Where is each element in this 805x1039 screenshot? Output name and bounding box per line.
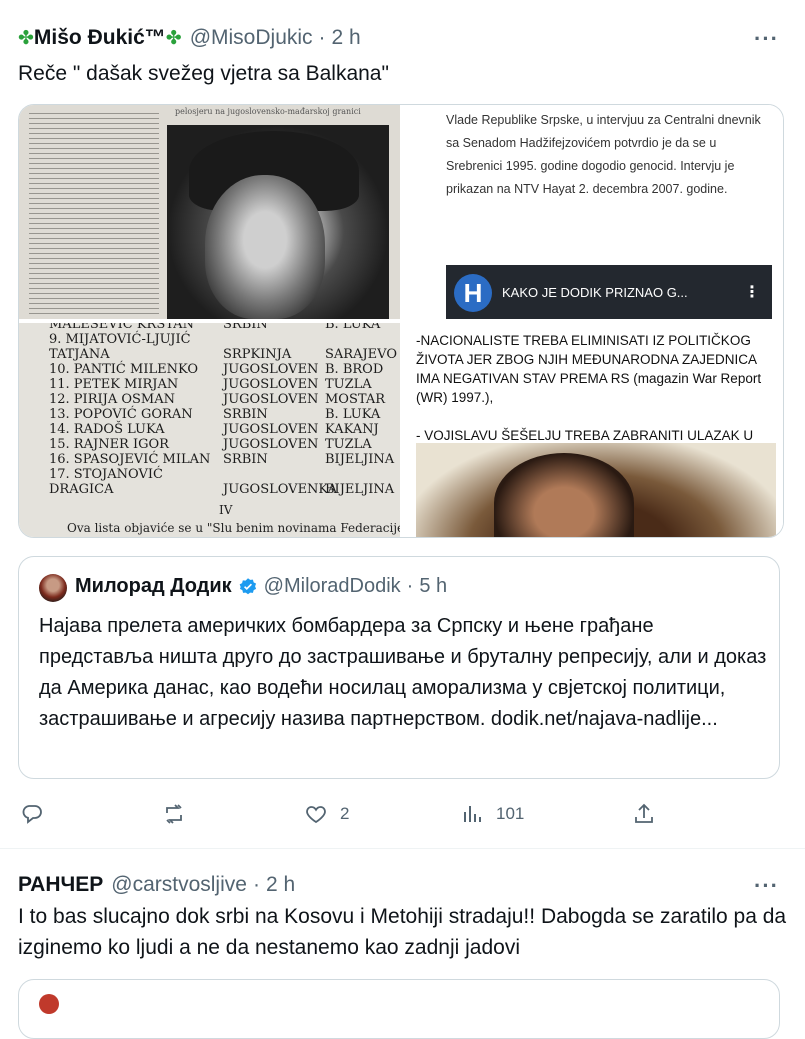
newspaper-column [29,109,159,315]
list-row-city: B. LUKA [325,323,381,332]
media-image-list[interactable]: MALEŠEVIĆ KRSTAN SRBIN B. LUKA 9. MIJATOVIĆ… [19,323,400,537]
list-row-nationality: SRBIN [223,407,268,422]
clover-icon: ✤ [165,27,182,49]
views-icon [464,806,481,822]
video-title: KAKO JE DODIK PRIZNAO G... [502,285,688,300]
media-image-article[interactable]: Vlade Republike Srpske, u intervjuu za C… [404,105,783,319]
list-row-city: B. LUKA [325,407,381,422]
channel-logo: H [454,274,492,312]
media-image-newspaper[interactable]: pelosjeru na jugoslovensko-mađarskoj gra… [19,105,400,319]
list-row-name: TATJANA [49,347,110,362]
list-row-name: 13. POPOVIĆ GORAN [49,407,193,422]
author-handle[interactable]: @carstvosljive [111,873,247,897]
tweet-actions: 2 101 [0,796,805,832]
list-row-name: 17. STOJANOVIĆ [49,467,163,482]
list-row-nationality: JUGOSLOVEN [223,422,319,437]
share-icon [635,803,653,823]
quoted-tweet[interactable] [18,979,780,1039]
list-row-nationality: SRPKINJA [223,347,292,362]
list-row-city: SARAJEVO [325,347,397,362]
list-row-name: 12. PIRIJA OSMAN [49,392,175,407]
repost-icon [166,804,182,824]
separator-dot: · [406,575,414,597]
list-row-nationality: JUGOSLOVENKA [223,482,338,497]
quoted-tweet[interactable]: Милорад Додик @MiloradDodik · 5 h Најава… [18,556,780,779]
more-options-icon[interactable]: ··· [754,26,779,52]
list-row-city: KAKANJ [325,422,379,437]
list-page-number: IV [219,503,233,517]
list-row-nationality: SRBIN [223,323,268,332]
list-row-name: 14. RADOŠ LUKA [49,422,165,437]
video-embed[interactable]: H KAKO JE DODIK PRIZNAO G... ⋮ [446,265,772,319]
separator-dot: · [318,26,326,49]
tweet-header: ✤ Mišo Đukić™ ✤ @MisoDjukic · 2 h [18,24,361,52]
list-row-nationality: JUGOSLOVEN [223,362,319,377]
heart-icon [306,806,326,824]
list-row-city: BIJELJINA [325,482,395,497]
list-row-city: TUZLA [325,377,372,392]
tweet[interactable]: РАНЧЕР @carstvosljive · 2 h ··· I to bas… [0,849,805,1039]
media-image-report[interactable]: -NACIONALISTE TREBA ELIMINISATI IZ POLIT… [404,323,783,537]
clover-icon: ✤ [18,27,34,49]
share-button[interactable] [632,796,656,832]
list-row-name: MALEŠEVIĆ KRSTAN [49,323,194,332]
tweet[interactable]: ✤ Mišo Đukić™ ✤ @MisoDjukic · 2 h ··· Re… [0,0,805,848]
quoted-tweet-header: Милорад Додик @MiloradDodik · 5 h [75,575,447,598]
reply-button[interactable] [20,796,56,832]
list-row-name: 9. MIJATOVIĆ-LJUJIĆ [49,332,191,347]
reply-icon [22,805,42,824]
list-row-city: B. BROD [325,362,384,377]
list-row-city: MOSTAR [325,392,386,407]
tweet-text: I to bas slucajno dok srbi na Kosovu i M… [18,905,787,959]
list-row-nationality: SRBIN [223,452,268,467]
verified-badge-icon [239,577,256,594]
list-row: DRAGICA JUGOSLOVENKA BIJELJINA [19,482,400,500]
portrait-face [205,175,325,319]
avatar[interactable] [39,994,59,1014]
article-text: Vlade Republike Srpske, u intervjuu za C… [446,113,761,196]
list-row-name: 15. RAJNER IGOR [49,437,169,452]
list-row-name: DRAGICA [49,482,114,497]
list-row-nationality: JUGOSLOVEN [223,392,319,407]
tweet-header: РАНЧЕР @carstvosljive · 2 h [18,871,295,899]
views-button[interactable]: 101 [460,796,524,832]
author-name[interactable]: Милорад Додик [75,575,232,598]
list-row-name: 11. PETEK MIRJAN [49,377,179,392]
list-footer: Ova lista objaviće se u "Slu benim novin… [67,521,400,535]
tweet-text: Reče " dašak svežeg vjetra sa Balkana" [18,62,389,85]
separator-dot: · [252,873,260,896]
list-row-nationality: JUGOSLOVEN [223,437,319,452]
author-name[interactable]: Mišo Đukić™ [34,26,166,50]
author-handle[interactable]: @MisoDjukic [190,26,313,50]
clipping-caption: pelosjeru na jugoslovensko-mađarskoj gra… [175,107,361,116]
views-count: 101 [496,804,525,823]
like-count: 2 [340,804,350,823]
repost-button[interactable] [162,796,198,832]
author-handle[interactable]: @MiloradDodik [264,575,401,598]
quoted-tweet-text: Најава прелета америчких бомбардера за С… [39,615,767,730]
timestamp[interactable]: 2 h [332,26,361,50]
video-menu-icon: ⋮ [744,284,760,301]
like-button[interactable]: 2 [304,796,349,832]
media-grid[interactable]: pelosjeru na jugoslovensko-mađarskoj gra… [18,104,784,538]
author-name[interactable]: РАНЧЕР [18,873,103,897]
more-options-icon[interactable]: ··· [754,873,779,899]
list-row-name: 16. SPASOJEVIĆ MILAN [49,452,211,467]
timestamp[interactable]: 5 h [419,575,447,598]
avatar[interactable] [39,574,67,602]
list-row-name: 10. PANTIĆ MILENKO [49,362,198,377]
list-row-city: BIJELJINA [325,452,395,467]
list-row-city: TUZLA [325,437,372,452]
timestamp[interactable]: 2 h [266,873,295,897]
list-row-nationality: JUGOSLOVEN [223,377,319,392]
